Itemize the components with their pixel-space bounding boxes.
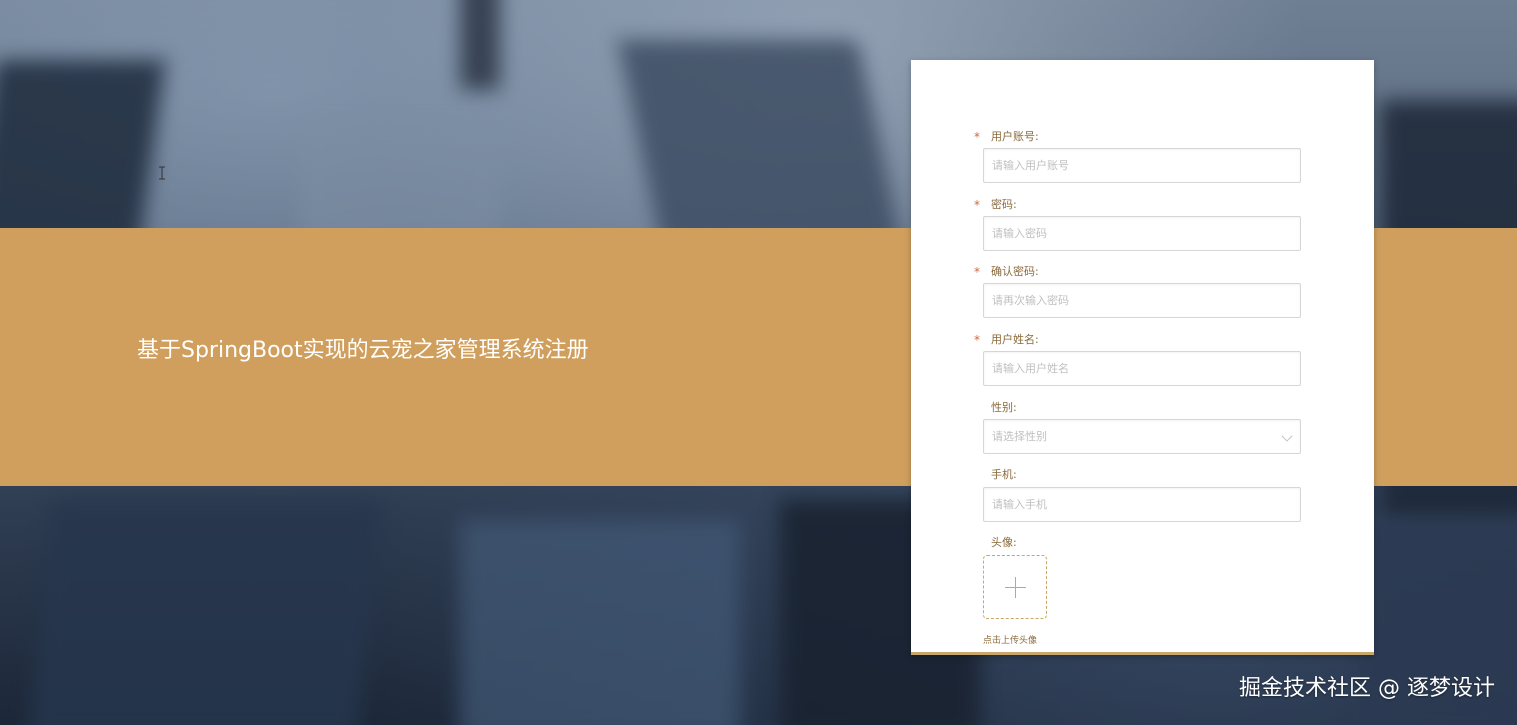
confirm-password-placeholder: 请再次输入密码 [992,294,1069,307]
register-form: * 用户账号: 请输入用户账号 * 密码: 请输入密码 * 确认密码: 请再次输… [911,60,1374,655]
background-building [300,120,500,240]
avatar-upload-button[interactable] [983,555,1047,619]
watermark: 掘金技术社区 @ 逐梦设计 [1239,676,1495,701]
username-placeholder: 请输入用户账号 [992,159,1069,172]
phone-placeholder: 请输入手机 [992,498,1047,511]
fullname-label: 用户姓名: [991,333,1039,346]
username-label: 用户账号: [991,130,1039,143]
required-mark: * [974,198,980,212]
phone-input[interactable]: 请输入手机 [983,487,1301,522]
plus-icon [1015,577,1016,598]
required-mark: * [974,265,980,279]
text-cursor-icon [159,166,165,180]
confirm-password-input[interactable]: 请再次输入密码 [983,283,1301,318]
gender-label: 性别: [991,401,1017,414]
gender-select[interactable]: 请选择性别 [983,419,1301,454]
avatar-upload-hint: 点击上传头像 [983,636,1038,646]
confirm-password-label: 确认密码: [991,265,1039,278]
password-placeholder: 请输入密码 [992,227,1047,240]
password-input[interactable]: 请输入密码 [983,216,1301,251]
username-input[interactable]: 请输入用户账号 [983,148,1301,183]
register-page: 基于SpringBoot实现的云宠之家管理系统注册 * 用户账号: 请输入用户账… [0,0,1517,725]
page-title: 基于SpringBoot实现的云宠之家管理系统注册 [137,338,589,363]
background-building [460,0,500,90]
fullname-input[interactable]: 请输入用户姓名 [983,351,1301,386]
required-mark: * [974,130,980,144]
background-building [617,40,903,250]
fullname-placeholder: 请输入用户姓名 [992,362,1069,375]
background-building [27,500,383,725]
gender-placeholder: 请选择性别 [992,430,1047,443]
chevron-down-icon[interactable] [1281,430,1293,442]
phone-label: 手机: [991,468,1017,481]
required-mark: * [974,333,980,347]
background-building [460,520,740,725]
avatar-label: 头像: [991,536,1017,549]
password-label: 密码: [991,198,1017,211]
